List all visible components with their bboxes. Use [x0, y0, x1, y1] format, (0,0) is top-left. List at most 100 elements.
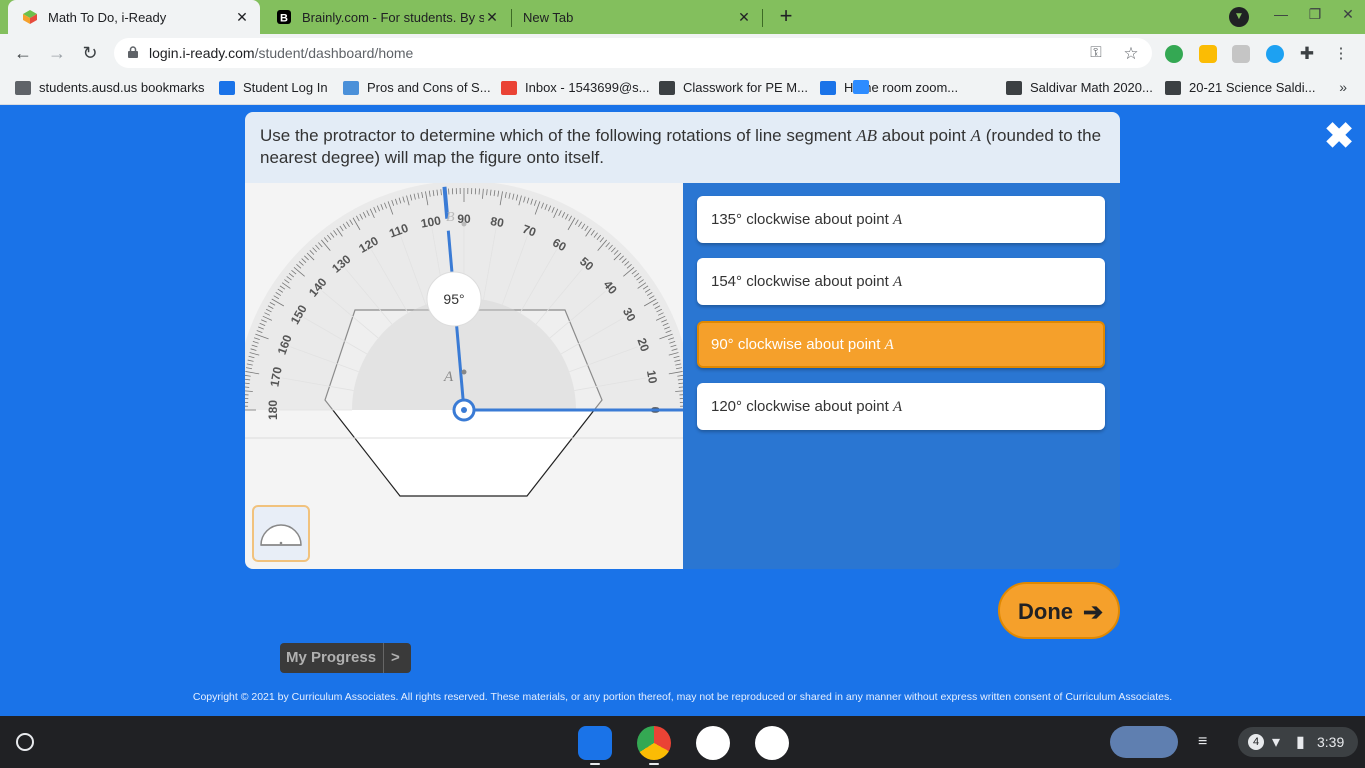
protractor-tool-button[interactable]	[252, 505, 310, 562]
bookmark-label: Classwork for PE M...	[683, 80, 808, 95]
choice-90-clockwise[interactable]: 90° clockwise about point A	[697, 321, 1105, 368]
close-tab-icon[interactable]: ✕	[234, 9, 250, 26]
chromeos-shelf: ≡ 4 ▾ ▮ 3:39	[0, 716, 1365, 768]
tab-title: New Tab	[523, 9, 574, 25]
classroom-icon	[1006, 80, 1022, 95]
bookmark-item[interactable]: Inbox - 1543699@s...	[501, 80, 650, 95]
my-progress-button[interactable]: My Progress >	[280, 643, 411, 673]
chrome-app-icon[interactable]	[637, 726, 671, 760]
tab-separator	[762, 9, 763, 27]
prompt-text: about point	[877, 126, 971, 145]
bookmark-label: Inbox - 1543699@s...	[525, 80, 650, 95]
zoom-app-icon[interactable]	[696, 726, 730, 760]
bookmark-folder[interactable]: students.ausd.us bookmarks	[15, 80, 204, 95]
status-tray[interactable]: 4 ▾ ▮ 3:39	[1238, 727, 1358, 757]
protractor-icon	[260, 524, 302, 546]
choice-120-clockwise[interactable]: 120° clockwise about point A	[697, 383, 1105, 430]
bookmark-item[interactable]: 20-21 Science Saldi...	[1165, 80, 1315, 95]
close-tab-icon[interactable]: ✕	[484, 9, 500, 26]
protractor-label: 10	[644, 369, 660, 385]
protractor-svg[interactable]: 180170160150140130120110 100 90 80 706050403…	[245, 181, 693, 569]
new-tab-plus-icon[interactable]: +	[775, 5, 797, 29]
restore-icon[interactable]: ❐	[1304, 6, 1326, 23]
bookmark-item[interactable]: Pros and Cons of S...	[343, 80, 491, 95]
tab-iready[interactable]: Math To Do, i-Ready ✕	[8, 0, 260, 34]
reload-icon[interactable]: ↻	[77, 40, 103, 66]
choice-135-clockwise[interactable]: 135° clockwise about point A	[697, 196, 1105, 243]
done-button[interactable]: Done ➔	[998, 582, 1120, 639]
choice-154-clockwise[interactable]: 154° clockwise about point A	[697, 258, 1105, 305]
choice-point: A	[884, 337, 894, 353]
classroom-icon	[1165, 80, 1181, 95]
pivot-center-dot	[461, 407, 467, 413]
label-point-b: B	[446, 210, 455, 225]
bookmark-item[interactable]: Home room zoom...	[820, 80, 958, 95]
close-tab-icon[interactable]: ✕	[736, 9, 752, 26]
folder-icon	[15, 80, 31, 95]
answer-choices: 135° clockwise about point A 154° clockw…	[683, 183, 1120, 569]
question-prompt: Use the protractor to determine which of…	[245, 112, 1120, 183]
bookmarks-bar: students.ausd.us bookmarks Student Log I…	[0, 72, 1365, 105]
extensions-puzzle-icon[interactable]: ✚	[1298, 44, 1316, 63]
tab-brainly[interactable]: B Brainly.com - For students. By student…	[262, 0, 510, 34]
extension-globe-icon[interactable]	[1266, 45, 1284, 63]
bookmark-item[interactable]: Home room zoom...	[853, 80, 877, 94]
site-favicon-icon	[820, 80, 836, 95]
bookmarks-overflow-icon[interactable]: »	[1339, 79, 1347, 95]
wifi-icon: ▾	[1272, 734, 1281, 751]
my-progress-label: My Progress	[286, 649, 377, 666]
menu-kebab-icon[interactable]: ⋮	[1332, 44, 1350, 62]
choice-text: 120° clockwise about point	[711, 398, 893, 415]
bookmark-star-icon[interactable]: ☆	[1122, 44, 1140, 63]
address-bar[interactable]: login.i-ready.com/student/dashboard/home…	[114, 38, 1152, 68]
close-window-icon[interactable]: ✕	[1337, 6, 1359, 23]
point-b-dot	[461, 221, 467, 227]
gmail-icon	[501, 80, 517, 95]
browser-toolbar: ← → ↻ login.i-ready.com/student/dashboar…	[0, 34, 1365, 72]
meet-app-icon[interactable]	[578, 726, 612, 760]
bookmark-label: Pros and Cons of S...	[367, 80, 491, 95]
site-favicon-icon	[343, 80, 359, 95]
copyright-text: Copyright © 2021 by Curriculum Associate…	[192, 691, 1173, 703]
holding-space-thumbnails[interactable]	[1110, 726, 1178, 758]
svg-text:B: B	[280, 13, 288, 25]
tab-search-icon[interactable]: ▼	[1229, 7, 1249, 27]
bookmark-item[interactable]: Saldivar Math 2020...	[1006, 80, 1153, 95]
choice-text: 90° clockwise about point	[711, 336, 885, 353]
tab-strip: Math To Do, i-Ready ✕ B Brainly.com - Fo…	[0, 0, 1365, 34]
key-icon[interactable]: ⚿	[1087, 44, 1105, 62]
zoom-icon	[853, 80, 869, 94]
choice-point: A	[892, 212, 903, 228]
google-classroom-icon[interactable]	[1199, 45, 1217, 63]
app-running-indicator	[649, 763, 659, 765]
play-store-app-icon[interactable]	[755, 726, 789, 760]
prompt-text: Use the protractor to determine which of…	[260, 126, 857, 145]
media-controls-icon[interactable]: ≡	[1198, 733, 1207, 751]
choice-point: A	[892, 399, 903, 415]
arrow-right-icon: ➔	[1083, 599, 1104, 626]
tab-title: Math To Do, i-Ready	[48, 9, 167, 25]
close-lesson-icon[interactable]: ✖	[1324, 118, 1354, 154]
minimize-icon[interactable]: —	[1270, 6, 1292, 22]
notification-count: 4	[1248, 734, 1264, 750]
forward-icon[interactable]: →	[44, 40, 70, 66]
tab-title: Brainly.com - For students. By students.	[302, 9, 484, 25]
clock: 3:39	[1317, 734, 1345, 750]
bookmark-item[interactable]: Student Log In	[219, 80, 328, 95]
back-icon[interactable]: ←	[10, 40, 36, 66]
tab-new-tab[interactable]: New Tab ✕	[512, 0, 762, 34]
protractor-stage: 180 170 160 150 140 130 120 110 100 90 80 70 60 50 40 3…	[245, 181, 693, 569]
question-card: Use the protractor to determine which of…	[245, 112, 1120, 569]
choice-text: 135° clockwise about point	[711, 211, 893, 228]
prompt-point-a: A	[970, 126, 982, 145]
url-path: /student/dashboard/home	[254, 45, 414, 61]
launcher-icon[interactable]	[16, 733, 34, 751]
screencast-icon[interactable]	[1232, 45, 1250, 63]
iready-app: ✖ Use the protractor to determine which …	[0, 106, 1365, 716]
angle-reading-text: 95°	[443, 291, 464, 307]
done-label: Done	[1018, 599, 1073, 624]
extension-plus-icon[interactable]	[1165, 45, 1183, 63]
point-a-dot	[461, 369, 467, 375]
bookmark-item[interactable]: Classwork for PE M...	[659, 80, 808, 95]
bookmark-label: Saldivar Math 2020...	[1030, 80, 1153, 95]
